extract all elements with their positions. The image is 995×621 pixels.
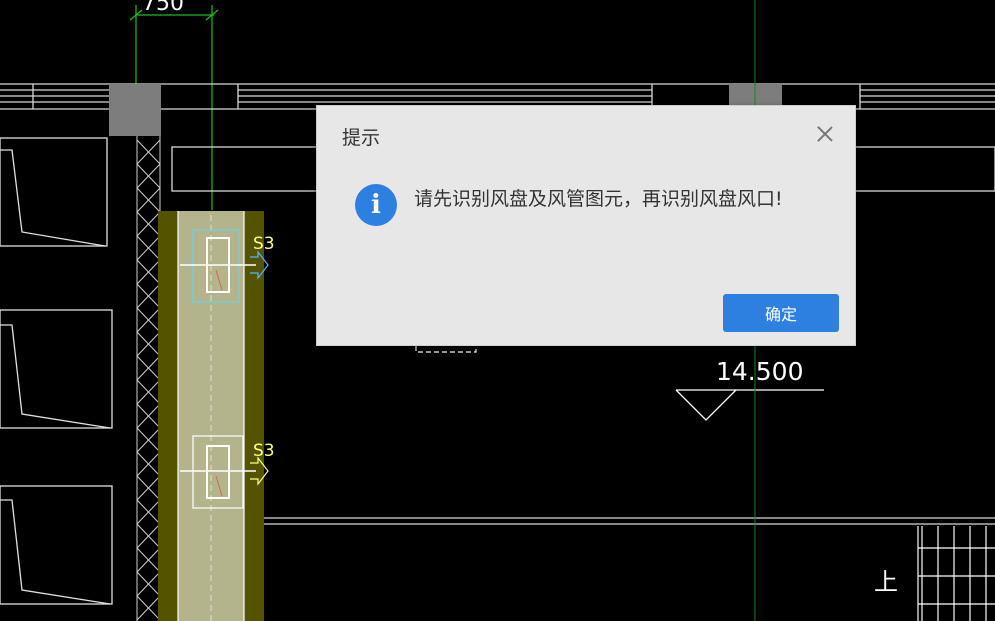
stair-label: 上 [874,568,898,596]
dialog-title: 提示 [342,127,381,149]
dialog-message: 请先识别风盘及风管图元，再识别风盘风口! [414,188,783,210]
info-icon-glyph: i [371,190,381,220]
dimension-text: 750 [142,0,184,16]
tag-s3-top: S3 [253,234,275,254]
window-panels [0,137,113,605]
stair-lines [917,526,995,621]
tag-s3-bottom: S3 [253,441,275,461]
column-left [109,84,161,136]
info-icon: i [355,184,397,226]
dashed-symbol [415,346,477,353]
close-icon[interactable] [815,124,835,144]
prompt-dialog: 提示 i 请先识别风盘及风管图元，再识别风盘风口! 确定 [316,105,856,346]
ok-button[interactable]: 确定 [723,294,839,332]
hatched-wall [136,136,161,621]
elevation-text: 14.500 [716,357,803,386]
elevation-marker [675,389,824,421]
